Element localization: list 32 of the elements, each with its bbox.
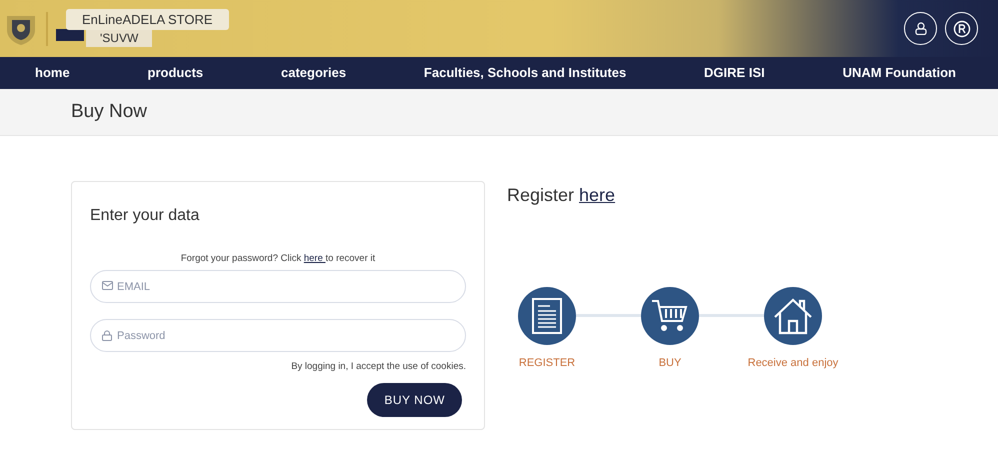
registered-mark-button[interactable] bbox=[945, 12, 978, 45]
step-label: Receive and enjoy bbox=[748, 356, 838, 371]
step-label: BUY bbox=[658, 356, 682, 371]
forgot-password-text: Forgot your password? Click here to recover it bbox=[180, 252, 376, 266]
document-icon bbox=[532, 298, 562, 334]
nav-link[interactable]: DGIRE ISI bbox=[704, 63, 765, 83]
register-link[interactable]: here bbox=[579, 185, 616, 205]
recover-link[interactable]: here bbox=[304, 253, 326, 264]
cookies-note: By logging in, I accept the use of cookies. bbox=[290, 360, 466, 374]
nav-link[interactable]: products bbox=[148, 63, 204, 83]
nav-link[interactable]: home bbox=[35, 63, 70, 83]
email-field[interactable]: EMAIL bbox=[90, 270, 466, 304]
nav-link[interactable]: Faculties, Schools and Institutes bbox=[424, 63, 626, 83]
nav-link[interactable]: categories bbox=[281, 63, 346, 83]
register-text: Register here bbox=[507, 184, 616, 207]
user-icon bbox=[914, 22, 926, 35]
banner-block bbox=[56, 28, 84, 40]
mail-icon bbox=[102, 281, 113, 290]
password-field[interactable]: Password bbox=[90, 319, 466, 352]
buy-now-button[interactable]: BUY NOW bbox=[367, 382, 462, 416]
store-label: EnLineADELA STORE bbox=[66, 8, 229, 30]
nav-link[interactable]: UNAM Foundation bbox=[842, 63, 956, 83]
registered-mark-icon bbox=[952, 20, 970, 38]
connector-line bbox=[699, 314, 764, 317]
step-label: REGISTER bbox=[518, 356, 576, 371]
account-button[interactable] bbox=[904, 12, 937, 45]
cart-icon bbox=[651, 299, 689, 333]
form-title: Enter your data bbox=[90, 206, 200, 226]
connector-line bbox=[576, 314, 641, 317]
lock-icon bbox=[102, 330, 112, 342]
house-icon bbox=[773, 297, 813, 335]
page-title: Buy Now bbox=[71, 100, 148, 124]
